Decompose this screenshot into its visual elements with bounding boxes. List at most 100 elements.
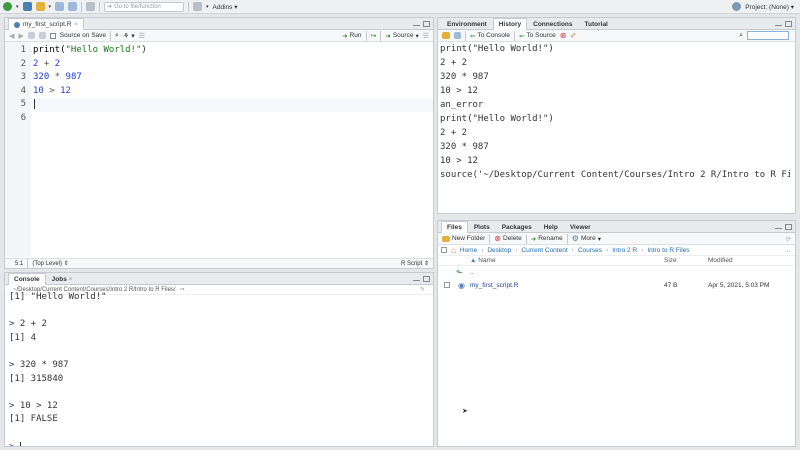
close-icon[interactable]: × [74, 21, 78, 28]
minimize-icon[interactable] [775, 227, 782, 229]
tab-tutorial[interactable]: Tutorial [579, 18, 614, 29]
code-line-4: 10 > 12 [33, 85, 71, 96]
run-button[interactable]: ➜ Run [342, 32, 361, 40]
sort-size-header[interactable]: Size [664, 257, 708, 264]
rename-button[interactable]: ➜ Rename [531, 235, 563, 243]
open-file-dropdown-icon[interactable]: ▾ [49, 4, 52, 10]
scope-menu[interactable]: (Top Level) ⇕ [32, 260, 68, 267]
project-menu[interactable]: Project: (None) ▾ [745, 3, 800, 11]
sort-modified-header[interactable]: Modified [708, 257, 733, 264]
tab-history[interactable]: History [492, 18, 528, 30]
new-file-icon[interactable] [3, 2, 12, 11]
code-editor[interactable]: 123456 print("Hello World!") 2 + 2 320 *… [5, 42, 433, 257]
go-to-directory-icon[interactable]: ⇒ [180, 286, 185, 293]
tab-jobs[interactable]: Jobs × [46, 273, 79, 284]
minimize-icon[interactable] [413, 279, 420, 281]
list-icon[interactable]: ☰ [139, 32, 145, 40]
new-folder-button[interactable]: New Folder [442, 235, 485, 242]
broom-icon[interactable]: ✐ [570, 32, 576, 40]
tab-my-first-script[interactable]: my_first_script.R × [8, 18, 85, 30]
remove-entry-icon[interactable]: ⊗ [560, 31, 567, 40]
console-prompt[interactable]: > [9, 441, 433, 446]
file-row[interactable]: ◉ my_first_script.R 47 B Apr 5, 2021, 5:… [438, 278, 795, 292]
layout-dropdown-icon[interactable]: ▾ [206, 4, 209, 10]
clear-console-icon[interactable]: ✎ [420, 286, 433, 293]
go-to-file-input[interactable]: ➜ Go to file/function [104, 1, 185, 12]
history-entry[interactable]: 320 * 987 [440, 141, 795, 155]
breadcrumb-home[interactable]: Home [460, 247, 477, 254]
sort-name-header[interactable]: ▲ Name [470, 257, 664, 264]
text-cursor [34, 99, 35, 110]
to-console-button[interactable]: ⇐ To Console [470, 32, 510, 40]
tab-environment[interactable]: Environment [441, 18, 493, 29]
history-list[interactable]: print("Hello World!") 2 + 2 320 * 987 10… [438, 42, 795, 183]
show-in-window-icon[interactable] [27, 32, 35, 39]
console-output[interactable]: [1] "Hello World!" > 2 + 2 [1] 4 > 320 *… [5, 291, 433, 446]
maximize-icon[interactable] [785, 224, 792, 230]
history-entry[interactable]: 10 > 12 [440, 85, 795, 99]
close-icon[interactable]: × [69, 276, 73, 283]
history-entry[interactable]: print("Hello World!") [440, 113, 795, 127]
save-all-icon[interactable] [68, 2, 78, 11]
grid-layout-icon[interactable] [193, 2, 203, 11]
minimize-icon[interactable] [413, 24, 420, 26]
wand-icon[interactable]: ⚘ ▾ [123, 32, 135, 40]
maximize-icon[interactable] [423, 276, 430, 282]
more-menu[interactable]: ⚙ More ▾ [572, 234, 601, 243]
file-row-up[interactable]: ⬑ .. [438, 266, 795, 278]
tab-files[interactable]: Files [441, 221, 468, 233]
breadcrumb-checkbox[interactable] [441, 247, 447, 253]
new-file-dropdown-icon[interactable]: ▾ [16, 4, 19, 10]
tab-plots[interactable]: Plots [468, 221, 496, 232]
console-pane: Console Jobs × ~/Desktop/Current Content… [4, 272, 434, 447]
forward-icon[interactable]: ▶ [18, 32, 23, 40]
save-icon[interactable] [38, 32, 46, 39]
history-search-input[interactable] [747, 31, 789, 40]
tab-viewer[interactable]: Viewer [564, 221, 597, 232]
history-entry[interactable]: an_error [440, 99, 795, 113]
search-icon[interactable]: ⌕ [115, 32, 119, 40]
history-entry[interactable]: 320 * 987 [440, 71, 795, 85]
breadcrumb-intro-to-r-files[interactable]: Intro to R Files [647, 247, 689, 254]
history-entry[interactable]: print("Hello World!") [440, 43, 795, 57]
save-history-icon[interactable] [454, 32, 461, 39]
history-entry[interactable]: 10 > 12 [440, 155, 795, 169]
breadcrumb-intro-2-r[interactable]: Intro 2 R [612, 247, 637, 254]
history-entry[interactable]: source('~/Desktop/Current Content/Course… [440, 169, 790, 183]
back-icon[interactable]: ◀ [9, 32, 14, 40]
history-entry[interactable]: 2 + 2 [440, 57, 795, 71]
rerun-icon[interactable]: ↪ [371, 32, 377, 40]
tab-connections[interactable]: Connections [527, 18, 578, 29]
open-file-icon[interactable] [35, 2, 45, 11]
source-button[interactable]: ➜ Source ▾ [385, 32, 418, 40]
maximize-icon[interactable] [785, 21, 792, 27]
outline-icon[interactable]: ☰ [423, 32, 433, 40]
file-checkbox[interactable] [444, 282, 450, 288]
delete-button[interactable]: ⊗ Delete [494, 234, 522, 243]
files-header-row: ▲ Name Size Modified [438, 256, 795, 266]
maximize-icon[interactable] [423, 21, 430, 27]
print-icon[interactable] [86, 2, 96, 11]
file-name-link[interactable]: my_first_script.R [470, 282, 664, 289]
to-source-button[interactable]: ⇐ To Source [519, 32, 556, 40]
load-history-icon[interactable] [442, 32, 450, 39]
more-path-icon[interactable]: … [785, 247, 796, 254]
minimize-icon[interactable] [775, 24, 782, 26]
addins-menu[interactable]: Addins ▾ [213, 3, 238, 11]
breadcrumb-current-content[interactable]: Current Content [521, 247, 567, 254]
up-arrow-icon: ⬑ [456, 267, 463, 277]
tab-packages[interactable]: Packages [496, 221, 538, 232]
tab-console[interactable]: Console [8, 273, 46, 285]
save-icon[interactable] [55, 2, 65, 11]
breadcrumb-desktop[interactable]: Desktop [487, 247, 511, 254]
tab-help[interactable]: Help [538, 221, 564, 232]
refresh-icon[interactable]: ⟳ [786, 235, 795, 243]
new-project-icon[interactable] [22, 2, 32, 11]
file-type-menu[interactable]: R Script ⇕ [401, 260, 433, 267]
source-on-save-checkbox[interactable] [49, 32, 56, 39]
home-icon[interactable]: ⌂ [451, 246, 456, 255]
breadcrumb-courses[interactable]: Courses [578, 247, 602, 254]
history-entry[interactable]: 2 + 2 [440, 127, 795, 141]
